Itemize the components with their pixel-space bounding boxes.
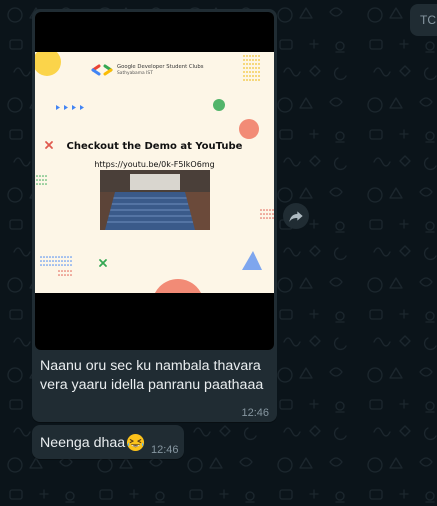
poster-decorations — [35, 52, 274, 293]
message-text-row: Neenga dhaa — [40, 433, 145, 452]
forward-arrow-icon — [289, 211, 303, 222]
poster-title: Checkout the Demo at YouTube — [66, 141, 243, 152]
poster-url: https://youtu.be/0k-F5IkO6mg — [94, 160, 215, 169]
image-attachment[interactable]: Google Developer Student Clubs Sathyabam… — [35, 12, 274, 350]
forward-button[interactable] — [283, 203, 309, 229]
event-poster: Google Developer Student Clubs Sathyabam… — [35, 52, 274, 293]
message-timestamp: 12:46 — [241, 407, 269, 419]
caption-line: vera yaaru idella panranu paathaaa — [40, 377, 264, 393]
image-message-bubble[interactable]: Google Developer Student Clubs Sathyabam… — [32, 9, 277, 422]
text-message-bubble[interactable]: Neenga dhaa 12:46 — [32, 425, 184, 459]
poster-org-sub: Sathyabama IST — [117, 71, 153, 76]
message-text: Neenga dhaa — [40, 434, 126, 451]
chat-area: TC Google Developer Student Clubs Sathya… — [0, 0, 437, 506]
caption-line: Naanu oru sec ku nambala thavara — [40, 358, 261, 374]
image-caption: Naanu oru sec ku nambala thavara vera ya… — [40, 357, 270, 395]
incoming-message-partial[interactable]: TC — [410, 4, 437, 36]
grinning-squinting-face-with-tears-icon — [127, 433, 145, 452]
message-timestamp: 12:46 — [151, 444, 179, 456]
incoming-message-partial-text: TC — [420, 13, 436, 27]
poster-org-name: Google Developer Student Clubs — [117, 64, 204, 70]
